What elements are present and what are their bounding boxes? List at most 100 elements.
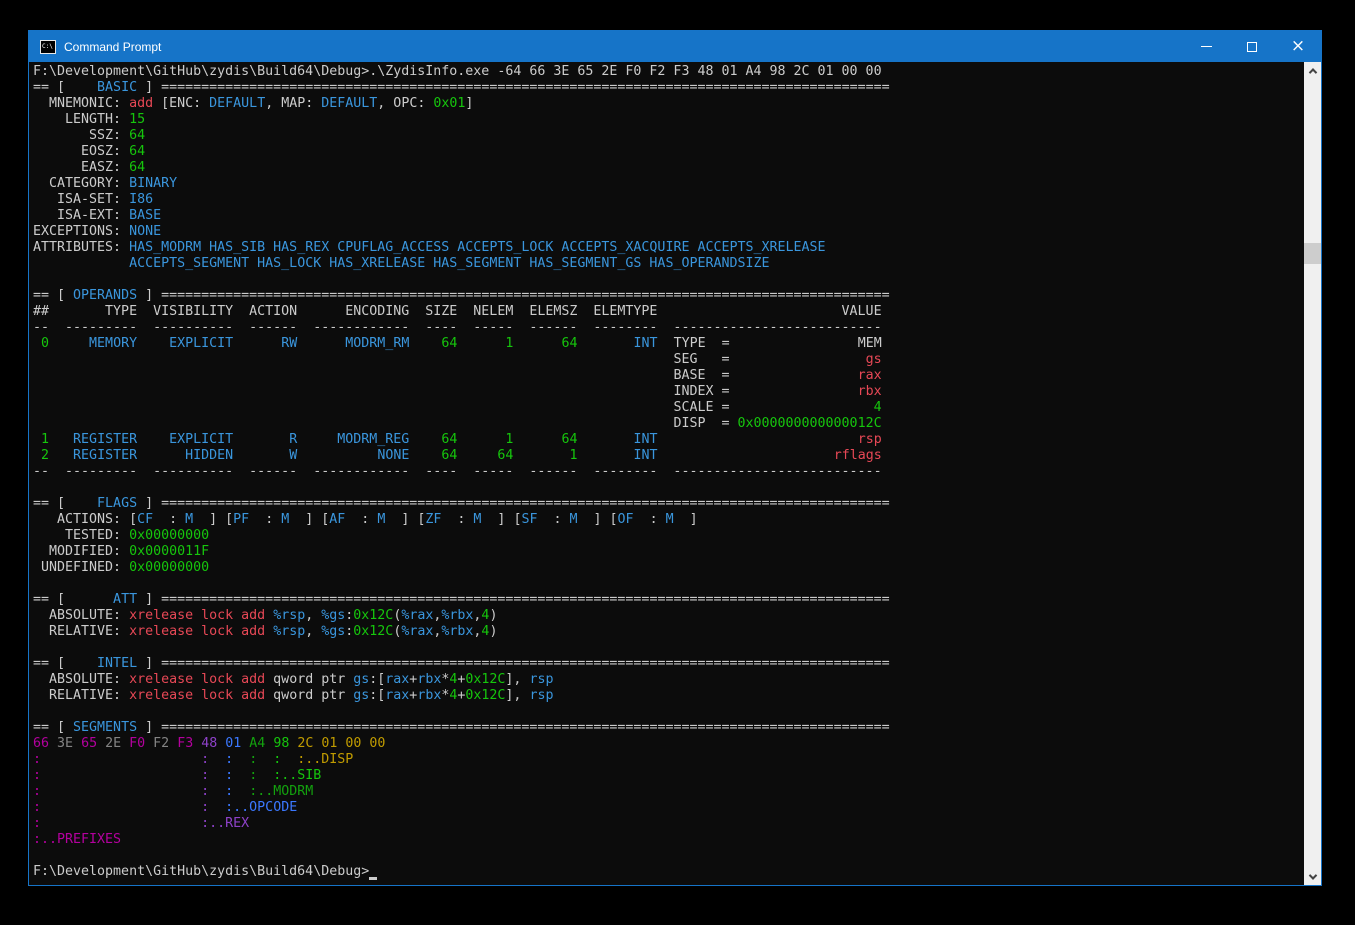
maximize-button[interactable]	[1229, 31, 1275, 62]
text-segment: [ENC:	[153, 96, 209, 111]
close-button[interactable]: ×	[1275, 31, 1321, 62]
text-segment: %rsp	[273, 608, 305, 623]
text-segment: == [	[33, 496, 73, 511]
text-segment: ]	[674, 512, 698, 527]
text-segment	[578, 336, 634, 351]
text-segment	[297, 336, 345, 351]
text-segment: 0x12C	[353, 624, 393, 639]
text-segment: ========================================…	[161, 80, 890, 95]
text-segment	[233, 768, 249, 783]
text-segment	[169, 736, 177, 751]
text-segment	[49, 336, 89, 351]
text-segment: INT	[634, 336, 658, 351]
text-segment: 4	[874, 400, 882, 415]
text-segment	[41, 784, 201, 799]
scrollbar[interactable]	[1304, 62, 1321, 885]
text-segment: %rbx	[441, 608, 473, 623]
text-segment: 64	[561, 336, 577, 351]
terminal-line	[33, 272, 1304, 288]
text-segment	[33, 384, 673, 399]
terminal-line: : :..REX	[33, 816, 1304, 832]
text-segment: INDEX =	[673, 384, 729, 399]
text-segment	[578, 448, 634, 463]
terminal-output[interactable]: F:\Development\GitHub\zydis\Build64\Debu…	[29, 62, 1304, 885]
text-segment: :	[33, 800, 41, 815]
title-bar[interactable]: C:\ Command Prompt ×	[29, 31, 1321, 62]
terminal-line: RELATIVE: xrelease lock add %rsp, %gs:0x…	[33, 624, 1304, 640]
terminal-line: TESTED: 0x00000000	[33, 528, 1304, 544]
text-segment	[233, 448, 289, 463]
text-segment: rax	[385, 672, 409, 687]
terminal-line: MODIFIED: 0x0000011F	[33, 544, 1304, 560]
terminal-line: F:\Development\GitHub\zydis\Build64\Debu…	[33, 864, 1304, 880]
text-segment: == [	[33, 288, 73, 303]
terminal-line: 0 MEMORY EXPLICIT RW MODRM_RM 64 1 64 IN…	[33, 336, 1304, 352]
text-segment: 64	[441, 336, 457, 351]
text-segment: F0	[129, 736, 145, 751]
text-segment: :..MODRM	[249, 784, 313, 799]
text-segment: UNDEFINED:	[33, 560, 129, 575]
text-segment	[209, 768, 225, 783]
text-segment: %rax	[401, 624, 433, 639]
text-segment: qword ptr	[265, 672, 353, 687]
text-segment: 0x00000000	[129, 528, 209, 543]
text-segment	[730, 336, 858, 351]
scrollbar-thumb[interactable]	[1304, 243, 1321, 264]
text-segment: REGISTER	[73, 432, 137, 447]
text-segment: ] [	[385, 512, 425, 527]
text-segment: %rax	[401, 608, 433, 623]
text-segment: 2E	[105, 736, 121, 751]
text-segment: 0x0000011F	[129, 544, 209, 559]
text-segment: PF	[233, 512, 249, 527]
terminal-line: : : : : :..SIB	[33, 768, 1304, 784]
text-segment: INTEL	[73, 656, 137, 671]
text-segment: 15	[129, 112, 145, 127]
text-segment	[265, 608, 273, 623]
text-segment: rbx	[417, 688, 441, 703]
terminal-line: : : : :..MODRM	[33, 784, 1304, 800]
text-segment: add	[129, 96, 153, 111]
text-segment: 64	[441, 432, 457, 447]
text-segment: :	[249, 512, 281, 527]
window-title: Command Prompt	[64, 40, 1183, 54]
text-segment: :	[225, 784, 233, 799]
text-segment: ACTIONS: [	[33, 512, 137, 527]
text-segment	[658, 448, 834, 463]
text-segment: xrelease lock add	[129, 608, 265, 623]
text-segment: :..REX	[201, 816, 249, 831]
text-segment: 0	[33, 336, 49, 351]
scroll-up-button[interactable]	[1304, 62, 1321, 79]
text-segment	[513, 336, 561, 351]
terminal-line: == [ FLAGS ] ===========================…	[33, 496, 1304, 512]
terminal-line: 66 3E 65 2E F0 F2 F3 48 01 A4 98 2C 01 0…	[33, 736, 1304, 752]
text-segment: SCALE =	[673, 400, 729, 415]
terminal-content: F:\Development\GitHub\zydis\Build64\Debu…	[29, 62, 1321, 885]
terminal-line: RELATIVE: xrelease lock add qword ptr gs…	[33, 688, 1304, 704]
text-segment: BASE =	[673, 368, 729, 383]
text-segment	[457, 432, 505, 447]
text-segment: EXCEPTIONS:	[33, 224, 129, 239]
cmd-icon-text: C:\	[41, 44, 53, 50]
text-segment	[729, 384, 857, 399]
terminal-line	[33, 704, 1304, 720]
text-segment: ]	[137, 656, 161, 671]
scroll-down-button[interactable]	[1304, 868, 1321, 885]
text-segment	[209, 800, 225, 815]
text-segment	[73, 736, 81, 751]
text-segment: -- --------- ---------- ------ ---------…	[33, 320, 882, 335]
minimize-button[interactable]	[1183, 31, 1229, 62]
text-segment: gs	[353, 672, 369, 687]
text-segment: :	[33, 784, 41, 799]
terminal-line	[33, 480, 1304, 496]
text-segment: ========================================…	[161, 592, 890, 607]
text-segment	[97, 736, 105, 751]
text-segment: 64	[497, 448, 513, 463]
cmd-icon: C:\	[40, 40, 56, 54]
text-segment: LENGTH:	[33, 112, 129, 127]
terminal-line: -- --------- ---------- ------ ---------…	[33, 464, 1304, 480]
text-segment: 2C 01 00 00	[297, 736, 385, 751]
text-segment: 66	[33, 736, 49, 751]
text-segment: TYPE =	[658, 336, 730, 351]
text-segment: :	[537, 512, 569, 527]
terminal-line: MNEMONIC: add [ENC: DEFAULT, MAP: DEFAUL…	[33, 96, 1304, 112]
